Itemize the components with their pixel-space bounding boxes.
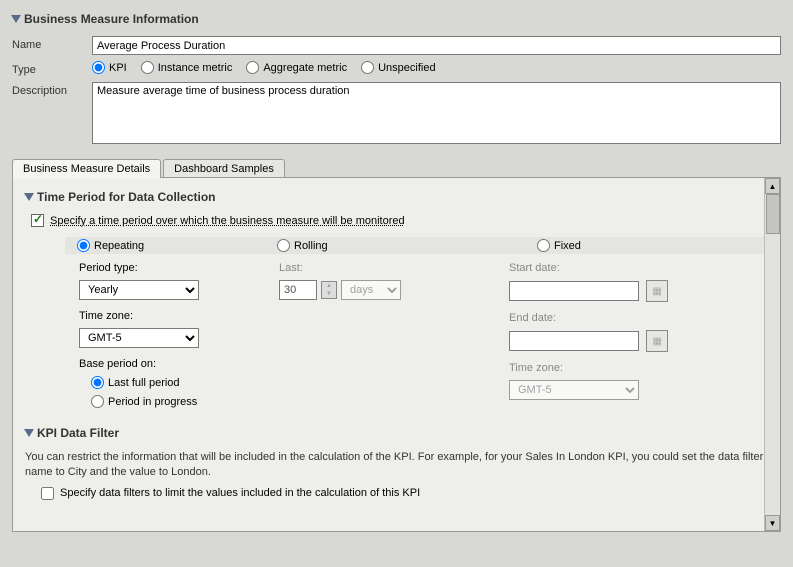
base-last-option[interactable]: Last full period: [91, 376, 279, 389]
timezone-select[interactable]: GMT-5: [79, 328, 199, 348]
end-date-input: [509, 331, 639, 351]
kpi-specify-checkbox[interactable]: [41, 487, 54, 500]
description-textarea[interactable]: [92, 82, 781, 144]
scrollbar[interactable]: ▲ ▼: [764, 178, 780, 531]
business-measure-info-header: Business Measure Information: [12, 12, 781, 26]
scroll-up-icon[interactable]: ▲: [765, 178, 780, 194]
type-label: Type: [12, 61, 92, 76]
end-date-label: End date:: [509, 312, 768, 324]
base-progress-radio[interactable]: [91, 395, 104, 408]
description-label: Description: [12, 82, 92, 97]
type-instance-option[interactable]: Instance metric: [141, 61, 233, 74]
twisty-icon[interactable]: [11, 15, 21, 23]
type-instance-radio[interactable]: [141, 61, 154, 74]
type-kpi-option[interactable]: KPI: [92, 61, 127, 74]
period-type-label: Period type:: [79, 262, 279, 274]
base-period-label: Base period on:: [79, 358, 279, 370]
fixed-tz-label: Time zone:: [509, 362, 768, 374]
type-unspecified-option[interactable]: Unspecified: [361, 61, 435, 74]
mode-repeating-option[interactable]: Repeating: [77, 239, 277, 252]
scroll-thumb[interactable]: [766, 194, 780, 234]
calendar-icon: ▦: [646, 280, 668, 302]
mode-rolling-radio[interactable]: [277, 239, 290, 252]
mode-fixed-option[interactable]: Fixed: [537, 239, 581, 252]
type-aggregate-option[interactable]: Aggregate metric: [246, 61, 347, 74]
start-date-input: [509, 281, 639, 301]
name-input[interactable]: [92, 36, 781, 55]
spinner-down-icon: ▼: [322, 290, 336, 298]
time-period-title: Time Period for Data Collection: [37, 190, 215, 204]
specify-period-label: Specify a time period over which the bus…: [50, 215, 405, 227]
scroll-down-icon[interactable]: ▼: [765, 515, 780, 531]
kpi-filter-header: KPI Data Filter: [25, 426, 768, 440]
mode-rolling-option[interactable]: Rolling: [277, 239, 537, 252]
type-kpi-radio[interactable]: [92, 61, 105, 74]
fixed-tz-select: GMT-5: [509, 380, 639, 400]
kpi-specify-label: Specify data filters to limit the values…: [60, 487, 420, 499]
timezone-label: Time zone:: [79, 310, 279, 322]
twisty-icon[interactable]: [24, 429, 34, 437]
tab-dashboard[interactable]: Dashboard Samples: [163, 159, 285, 178]
calendar-icon: ▦: [646, 330, 668, 352]
type-aggregate-radio[interactable]: [246, 61, 259, 74]
last-value-input: [279, 280, 317, 300]
mode-fixed-radio[interactable]: [537, 239, 550, 252]
period-mode-row: Repeating Rolling Fixed: [65, 237, 768, 254]
section-title: Business Measure Information: [24, 12, 199, 26]
mode-repeating-radio[interactable]: [77, 239, 90, 252]
twisty-icon[interactable]: [24, 193, 34, 201]
period-type-select[interactable]: Yearly: [79, 280, 199, 300]
base-last-radio[interactable]: [91, 376, 104, 389]
kpi-filter-description: You can restrict the information that wi…: [25, 450, 768, 481]
base-progress-option[interactable]: Period in progress: [91, 395, 279, 408]
name-label: Name: [12, 36, 92, 51]
kpi-filter-title: KPI Data Filter: [37, 426, 119, 440]
time-period-header: Time Period for Data Collection: [25, 190, 768, 204]
last-unit-select: days: [341, 280, 401, 300]
tab-details[interactable]: Business Measure Details: [12, 159, 161, 178]
type-unspecified-radio[interactable]: [361, 61, 374, 74]
tab-content: Time Period for Data Collection Specify …: [12, 177, 781, 532]
last-label: Last:: [279, 262, 509, 274]
spinner-up-icon: ▲: [322, 282, 336, 290]
specify-period-checkbox[interactable]: [31, 214, 44, 227]
start-date-label: Start date:: [509, 262, 768, 274]
